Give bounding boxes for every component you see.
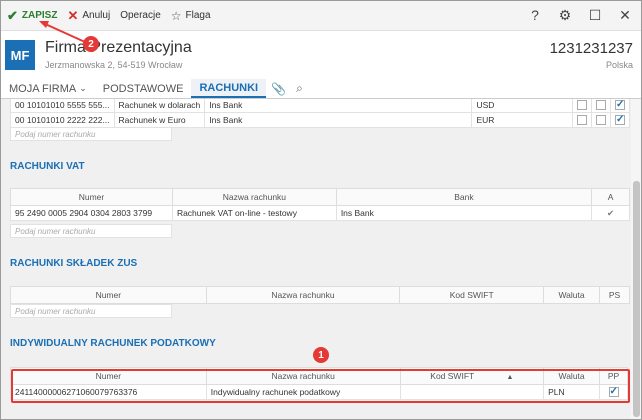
- checkbox-checked[interactable]: ✓: [614, 100, 625, 111]
- vat-number: 95 2490 0005 2904 0304 2803 3799: [10, 205, 173, 221]
- scrollbar[interactable]: [631, 99, 641, 419]
- account-name: Rachunek w dolarach: [113, 99, 206, 113]
- close-icon: ✕: [67, 7, 79, 23]
- annotation-highlight: [11, 369, 630, 403]
- check-icon: ✔: [591, 205, 630, 221]
- col-header[interactable]: A: [591, 188, 630, 206]
- zus-section-title: RACHUNKI SKŁADEK ZUS: [10, 258, 138, 269]
- flag-button[interactable]: ☆ Flaga: [171, 9, 211, 23]
- tab-bar: MOJA FIRMA ⌄ PODSTAWOWE RACHUNKI 📎 ⌕: [1, 79, 641, 99]
- close-window-icon[interactable]: ✕: [617, 7, 633, 24]
- col-header[interactable]: Numer: [10, 188, 173, 206]
- table-row[interactable]: 00 10101010 2222 222... Rachunek w Euro …: [10, 112, 631, 128]
- annotation-badge-1: 1: [313, 347, 329, 363]
- vat-name: Rachunek VAT on-line - testowy: [171, 205, 337, 221]
- col-header[interactable]: Waluta: [543, 286, 600, 304]
- account-bank: Ins Bank: [204, 99, 473, 113]
- stamp-icon[interactable]: ⌕: [291, 79, 308, 98]
- table-row[interactable]: 95 2490 0005 2904 0304 2803 3799 Rachune…: [10, 205, 630, 221]
- account-currency: USD: [471, 99, 573, 113]
- tab-moja-firma[interactable]: MOJA FIRMA ⌄: [1, 79, 95, 98]
- zus-number-input[interactable]: Podaj numer rachunku: [10, 304, 172, 318]
- accounts-table: 00 10101010 5555 555... Rachunek w dolar…: [10, 99, 631, 128]
- col-header[interactable]: Numer: [10, 286, 207, 304]
- star-icon: ☆: [170, 8, 182, 23]
- operations-button[interactable]: Operacje: [120, 10, 161, 21]
- vat-number-input[interactable]: Podaj numer rachunku: [10, 224, 172, 238]
- tab-rachunki[interactable]: RACHUNKI: [191, 79, 267, 98]
- save-button[interactable]: ✔ ZAPISZ: [7, 8, 57, 24]
- paperclip-icon[interactable]: 📎: [266, 79, 291, 98]
- col-header[interactable]: Nazwa rachunku: [205, 286, 401, 304]
- company-logo: MF: [5, 40, 35, 70]
- company-nip: 1231231237: [549, 40, 633, 57]
- help-icon[interactable]: ?: [527, 7, 543, 24]
- checkbox[interactable]: [576, 115, 587, 126]
- tax-section-title: INDYWIDUALNY RACHUNEK PODATKOWY: [10, 338, 216, 349]
- account-number: 00 10101010 5555 555...: [10, 99, 115, 113]
- zus-table: Numer Nazwa rachunku Kod SWIFT Waluta PS: [10, 286, 630, 304]
- checkbox[interactable]: [595, 115, 606, 126]
- col-header[interactable]: Kod SWIFT: [399, 286, 545, 304]
- gear-icon[interactable]: ⚙: [557, 7, 573, 24]
- cancel-button[interactable]: ✕ Anuluj: [67, 8, 110, 24]
- tab-podstawowe[interactable]: PODSTAWOWE: [95, 79, 192, 98]
- cancel-label: Anuluj: [82, 10, 111, 21]
- company-country: Polska: [605, 60, 633, 70]
- col-header[interactable]: Nazwa rachunku: [171, 188, 337, 206]
- table-row[interactable]: 00 10101010 5555 555... Rachunek w dolar…: [10, 99, 631, 113]
- flag-label: Flaga: [185, 10, 211, 21]
- vat-table: Numer Nazwa rachunku Bank A 95 2490 0005…: [10, 188, 630, 221]
- account-number: 00 10101010 2222 222...: [10, 112, 115, 128]
- maximize-icon[interactable]: ☐: [587, 7, 603, 24]
- chevron-down-icon: ⌄: [79, 83, 87, 93]
- toolbar: ✔ ZAPISZ ✕ Anuluj Operacje ☆ Flaga ? ⚙ ☐…: [1, 1, 641, 31]
- checkbox[interactable]: [576, 100, 587, 111]
- vat-bank: Ins Bank: [335, 205, 593, 221]
- account-name: Rachunek w Euro: [113, 112, 206, 128]
- app-window: ✔ ZAPISZ ✕ Anuluj Operacje ☆ Flaga ? ⚙ ☐…: [0, 0, 642, 420]
- company-address: Jerzmanowska 2, 54-519 Wrocław: [45, 60, 183, 70]
- account-currency: EUR: [471, 112, 573, 128]
- account-bank: Ins Bank: [204, 112, 473, 128]
- col-header[interactable]: Bank: [335, 188, 593, 206]
- account-number-input[interactable]: Podaj numer rachunku: [10, 127, 172, 141]
- save-label: ZAPISZ: [21, 10, 58, 21]
- col-header[interactable]: PS: [599, 286, 630, 304]
- scroll-thumb[interactable]: [633, 181, 640, 417]
- operations-label: Operacje: [120, 10, 161, 21]
- checkbox[interactable]: [595, 100, 606, 111]
- checkbox-checked[interactable]: ✓: [614, 115, 625, 126]
- company-name: Firma Prezentacyjna: [45, 39, 192, 56]
- vat-section-title: RACHUNKI VAT: [10, 161, 85, 172]
- checkmark-icon: ✔: [7, 7, 18, 23]
- annotation-badge-2: 2: [83, 36, 99, 52]
